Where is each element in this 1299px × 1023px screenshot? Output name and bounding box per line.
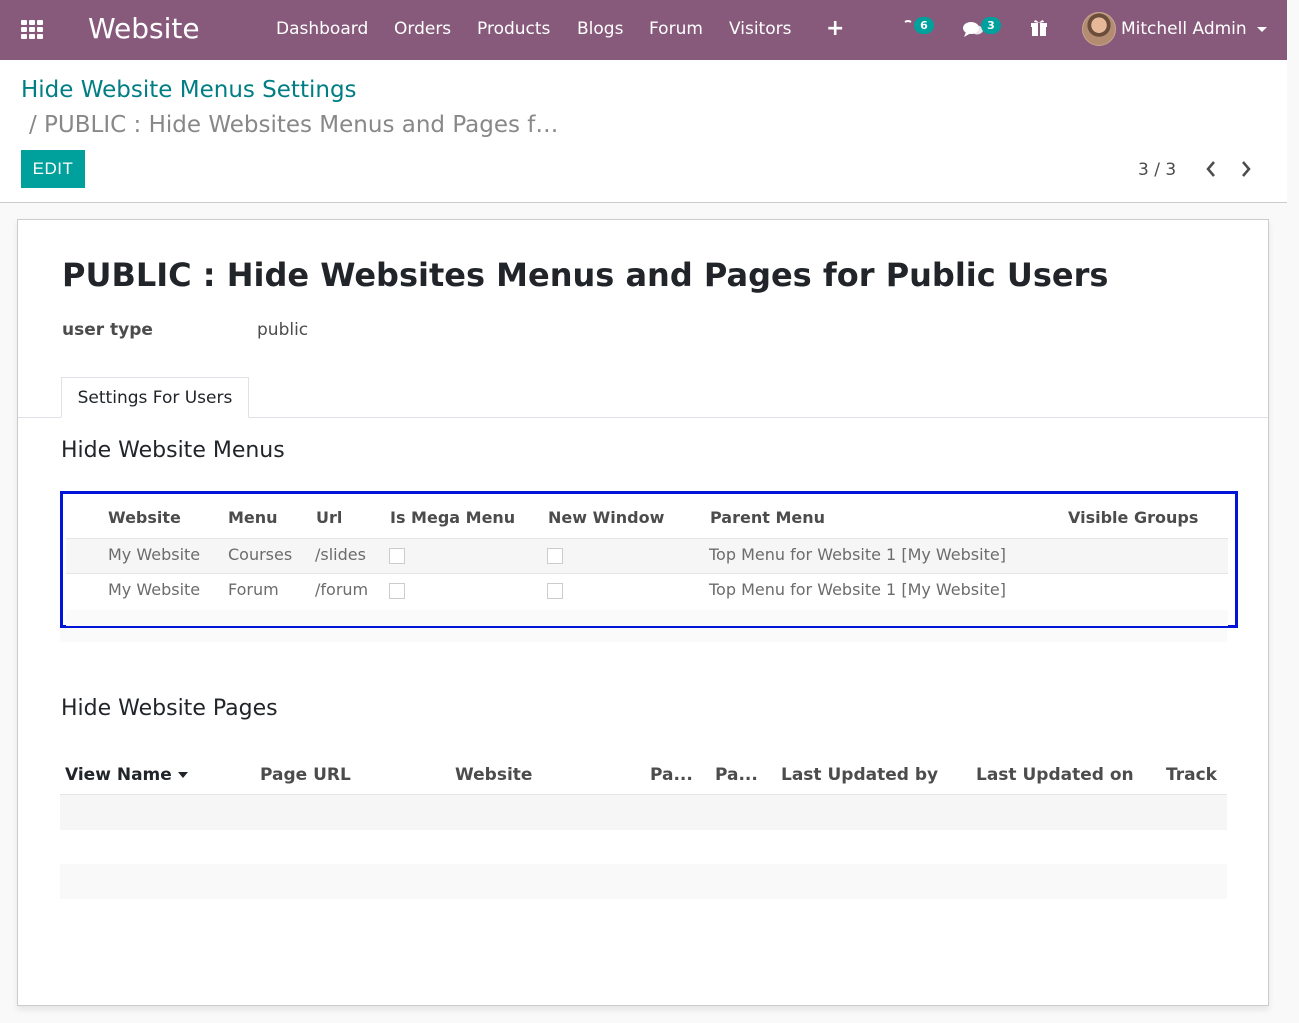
col-header-website[interactable]: Website	[108, 508, 181, 527]
cell-menu: Forum	[228, 580, 279, 599]
menu-products[interactable]: Products	[477, 19, 550, 39]
app-brand[interactable]: Website	[88, 12, 200, 45]
gift-icon[interactable]	[1030, 19, 1048, 42]
pager-previous-icon[interactable]	[1204, 158, 1218, 185]
col-header-menu[interactable]: Menu	[228, 508, 278, 527]
cell-url: /forum	[315, 580, 369, 599]
pages-section-heading: Hide Website Pages	[61, 696, 278, 721]
breadcrumb-parent[interactable]: Hide Website Menus Settings	[21, 77, 357, 103]
cell-website: My Website	[108, 545, 201, 564]
col-header-new-window[interactable]: New Window	[548, 508, 664, 527]
col-header-view-name[interactable]: View Name	[65, 765, 188, 785]
pager-value[interactable]: 3 / 3	[1138, 160, 1176, 180]
empty-row	[60, 830, 1227, 864]
messages-badge: 3	[981, 17, 1001, 34]
col-header-page-url[interactable]: Page URL	[260, 765, 351, 785]
edit-button[interactable]: EDIT	[21, 150, 85, 188]
form-sheet: PUBLIC : Hide Websites Menus and Pages f…	[17, 219, 1269, 1006]
is-mega-menu-checkbox[interactable]	[389, 548, 405, 564]
user-menu[interactable]: Mitchell Admin	[1121, 19, 1247, 39]
apps-menu-icon[interactable]	[21, 20, 45, 40]
menu-orders[interactable]: Orders	[394, 19, 451, 39]
new-website-content-button[interactable]: +	[826, 16, 844, 41]
is-mega-menu-checkbox[interactable]	[389, 583, 405, 599]
menu-blogs[interactable]: Blogs	[577, 19, 623, 39]
user-avatar[interactable]	[1082, 12, 1116, 46]
user-type-label: user type	[62, 320, 153, 340]
cell-parent-menu: Top Menu for Website 1 [My Website]	[709, 545, 1006, 564]
col-header-track[interactable]: Track	[1166, 765, 1217, 785]
breadcrumb-current: / PUBLIC : Hide Websites Menus and Pages…	[29, 112, 559, 138]
col-header-pa-1[interactable]: Pa...	[650, 765, 693, 785]
sort-desc-icon	[177, 772, 188, 778]
col-header-url[interactable]: Url	[316, 508, 342, 527]
col-header-last-updated-by[interactable]: Last Updated by	[781, 765, 938, 785]
new-window-checkbox[interactable]	[547, 548, 563, 564]
table-footer	[66, 610, 1228, 626]
pager-next-icon[interactable]	[1239, 158, 1253, 185]
col-header-last-updated-on[interactable]: Last Updated on	[976, 765, 1134, 785]
user-type-value: public	[257, 320, 309, 340]
col-header-visible-groups[interactable]: Visible Groups	[1068, 508, 1198, 527]
col-header-is-mega-menu[interactable]: Is Mega Menu	[390, 508, 515, 527]
menus-table-footer	[60, 628, 1227, 642]
cell-menu: Courses	[228, 545, 293, 564]
empty-row	[60, 864, 1227, 899]
cell-parent-menu: Top Menu for Website 1 [My Website]	[709, 580, 1006, 599]
cell-url: /slides	[315, 545, 366, 564]
menus-table: Website Menu Url Is Mega Menu New Window…	[60, 491, 1238, 628]
col-header-view-name-label: View Name	[65, 765, 172, 785]
empty-row	[60, 795, 1227, 830]
menu-dashboard[interactable]: Dashboard	[276, 19, 368, 39]
new-window-checkbox[interactable]	[547, 583, 563, 599]
col-header-pa-2[interactable]: Pa...	[715, 765, 758, 785]
menu-visitors[interactable]: Visitors	[729, 19, 791, 39]
menu-forum[interactable]: Forum	[649, 19, 703, 39]
control-panel: Hide Website Menus Settings / PUBLIC : H…	[0, 60, 1287, 203]
record-title: PUBLIC : Hide Websites Menus and Pages f…	[62, 256, 1109, 294]
col-header-parent-menu[interactable]: Parent Menu	[710, 508, 825, 527]
cell-website: My Website	[108, 580, 201, 599]
col-header-website[interactable]: Website	[455, 765, 532, 785]
user-caret-icon[interactable]	[1257, 27, 1267, 32]
top-navbar: Website Dashboard Orders Products Blogs …	[0, 0, 1287, 60]
activity-badge: 6	[914, 17, 934, 34]
tab-settings-for-users[interactable]: Settings For Users	[61, 377, 249, 418]
menus-section-heading: Hide Website Menus	[61, 438, 285, 463]
